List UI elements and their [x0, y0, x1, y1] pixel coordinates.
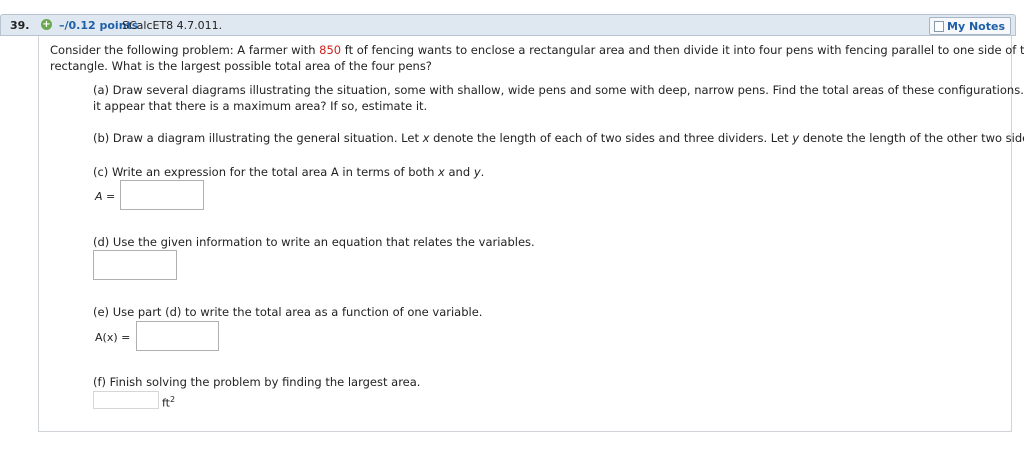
area-unit-base: ft — [162, 396, 170, 410]
note-icon — [934, 20, 945, 32]
plus-circle-icon[interactable]: + — [41, 19, 52, 30]
area-function-input[interactable] — [136, 321, 219, 351]
variable-y: y — [473, 165, 481, 179]
problem-intro-line2: rectangle. What is the largest possible … — [50, 59, 432, 73]
part-b-middle: denote the length of each of two sides a… — [429, 131, 793, 145]
part-a-line2: it appear that there is a maximum area? … — [93, 99, 428, 113]
part-c-period: . — [480, 165, 485, 179]
problem-intro-end: ft of fencing wants to enclose a rectang… — [341, 43, 1024, 57]
equation-input[interactable] — [93, 250, 177, 280]
part-e-text: (e) Use part (d) to write the total area… — [93, 305, 483, 319]
area-unit: ft2 — [162, 395, 175, 410]
variable-x: x — [438, 165, 445, 179]
my-notes-label: My Notes — [947, 19, 1005, 33]
question-number: 39. — [10, 19, 30, 32]
part-b-start: (b) Draw a diagram illustrating the gene… — [93, 131, 423, 145]
part-d-text: (d) Use the given information to write a… — [93, 235, 535, 249]
fencing-value: 850 — [319, 43, 342, 57]
question-header: 39. + –/0.12 points SCalcET8 4.7.011. My… — [0, 14, 1016, 36]
problem-intro-start: Consider the following problem: A farmer… — [50, 43, 320, 57]
problem-source: SCalcET8 4.7.011. — [122, 19, 223, 32]
largest-area-input[interactable] — [93, 391, 159, 409]
part-b-text: (b) Draw a diagram illustrating the gene… — [93, 131, 1024, 145]
part-c-start: (c) Write an expression for the total ar… — [93, 165, 439, 179]
area-function-label: A(x) = — [95, 331, 131, 344]
part-f-text: (f) Finish solving the problem by findin… — [93, 375, 421, 389]
part-c-text: (c) Write an expression for the total ar… — [93, 165, 484, 179]
part-b-end: denote the length of the other two sides… — [799, 131, 1024, 145]
problem-intro: Consider the following problem: A farmer… — [50, 43, 1024, 57]
part-c-and: and — [444, 165, 474, 179]
part-a-line1: (a) Draw several diagrams illustrating t… — [93, 83, 1024, 97]
area-label: A = — [95, 190, 116, 203]
area-expression-input[interactable] — [120, 180, 204, 210]
area-unit-exponent: 2 — [170, 395, 176, 404]
my-notes-button[interactable]: My Notes — [929, 17, 1011, 35]
